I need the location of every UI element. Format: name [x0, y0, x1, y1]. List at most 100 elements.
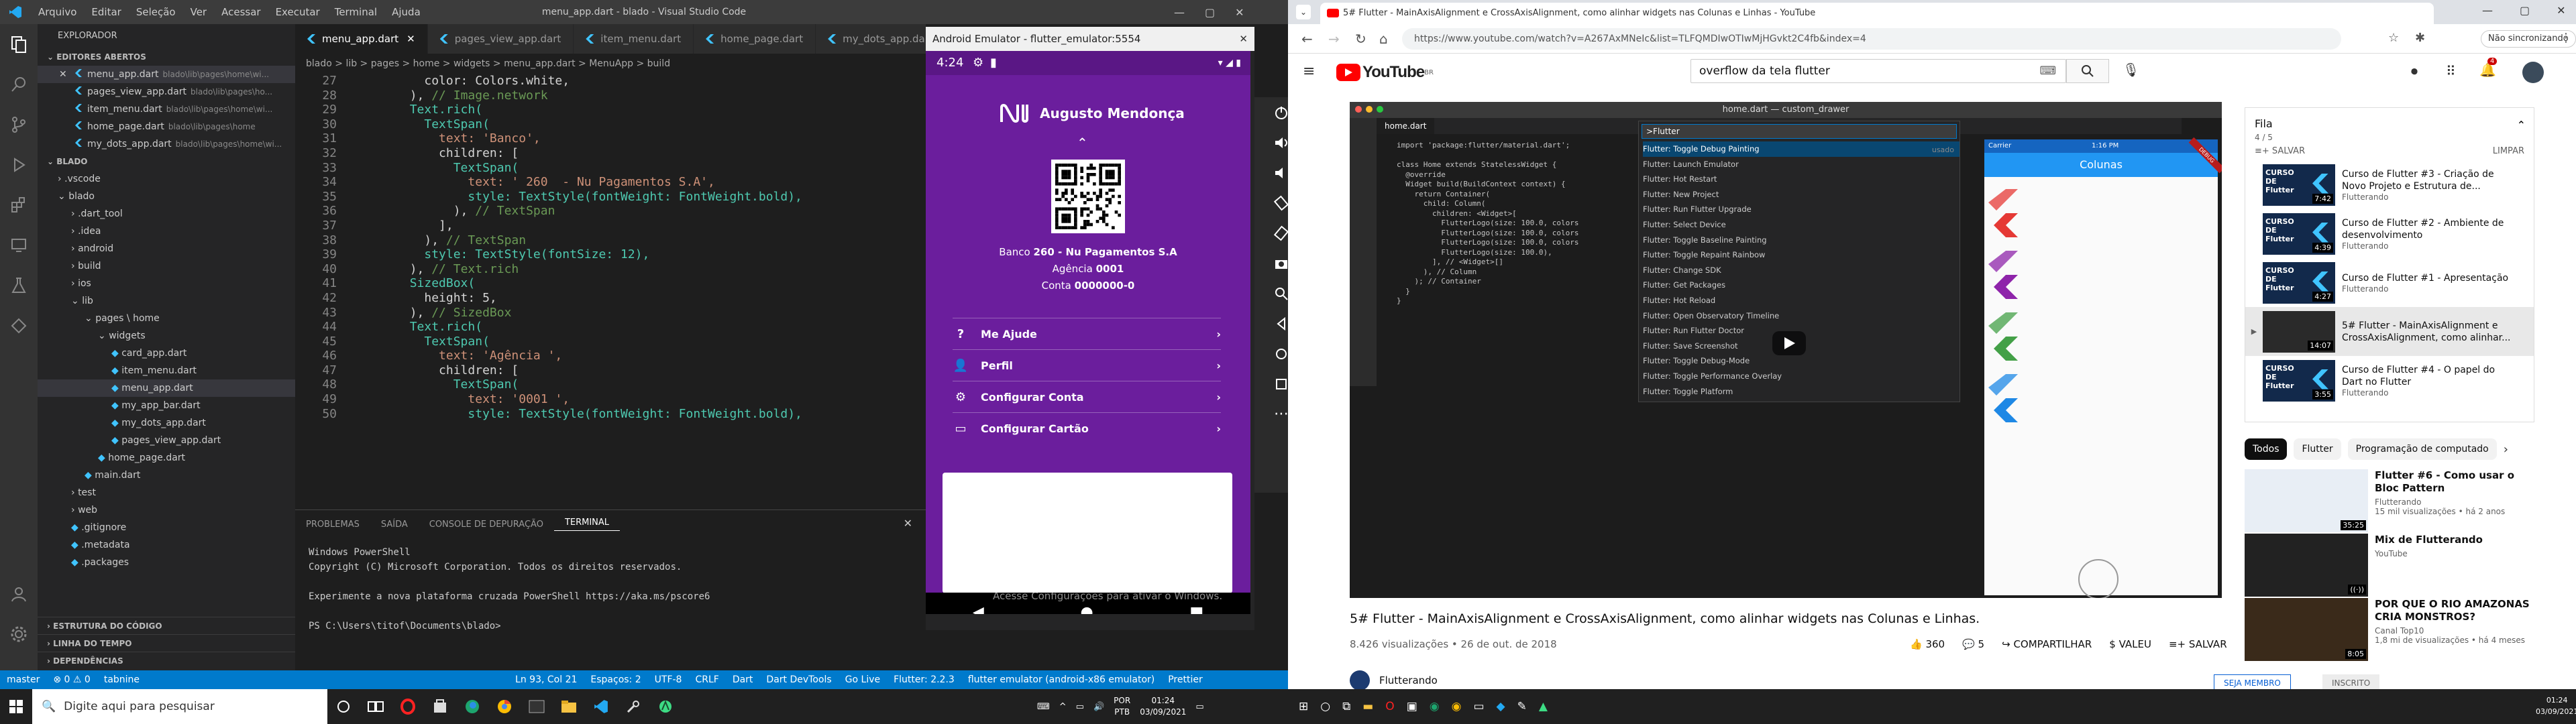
save-button[interactable]: ≡+ SALVAR	[2169, 638, 2227, 650]
status-item[interactable]: Espaços: 2	[584, 674, 647, 685]
recents-icon[interactable]: ■	[1189, 604, 1203, 615]
vscode-taskbar-icon[interactable]	[585, 689, 617, 724]
forward-arrow-icon[interactable]: →	[1328, 31, 1340, 47]
panel-tab[interactable]: PROBLEMAS	[295, 520, 370, 530]
file-item[interactable]: ◆ .packages	[38, 554, 295, 571]
editor-tab[interactable]: home_page.dart	[694, 24, 816, 54]
menu-7[interactable]: Ajuda	[384, 6, 428, 18]
microphone-icon[interactable]: 🎙	[2123, 62, 2139, 78]
home-page-icon[interactable]: ⌂	[1379, 31, 1388, 47]
menu-3[interactable]: Ver	[183, 6, 215, 18]
file-item[interactable]: ◆ card_app.dart	[38, 345, 295, 362]
playlist-item[interactable]: CURSO DE Flutter 4:39 Curso de Flutter #2 …	[2245, 209, 2534, 258]
sidebar-footer-header[interactable]: › ESTRUTURA DO CÓDIGO	[38, 617, 295, 634]
back-arrow-icon[interactable]: ←	[1301, 31, 1313, 47]
playlist-item[interactable]: CURSO DE Flutter 7:42 Curso de Flutter #3 …	[2245, 160, 2534, 209]
code-editor[interactable]: 27 color: Colors.white, 28 ), // Image.ne…	[295, 74, 926, 508]
playlist-item[interactable]: CURSO DE Flutter 4:27 Curso de Flutter #1 …	[2245, 258, 2534, 307]
right-android-studio-icon[interactable]: ▲	[1539, 700, 1548, 713]
right-start-icon[interactable]: ⊞	[1299, 700, 1308, 713]
file-explorer-icon[interactable]	[553, 689, 585, 724]
status-item[interactable]: master	[0, 674, 46, 685]
remote-explorer-icon[interactable]	[0, 225, 38, 265]
folder-item[interactable]: › test	[38, 484, 295, 501]
active-tab[interactable]: 5# Flutter - MainAxisAlignment e CrossAx…	[1320, 3, 2434, 24]
tab-close-icon[interactable]: ✕	[407, 33, 415, 45]
menu-2[interactable]: Seleção	[129, 6, 183, 18]
apps-grid-icon[interactable]: ⠿	[2446, 63, 2456, 79]
file-item[interactable]: ◆ .gitignore	[38, 519, 295, 536]
minimize-icon[interactable]: —	[1174, 6, 1185, 19]
open-editor-item[interactable]: pages_view_app.dart blado\lib\pages\ho...	[38, 83, 295, 101]
join-button[interactable]: SEJA MEMBRO	[2214, 674, 2291, 689]
playlist-item[interactable]: ▶ 14:07 5# Flutter - MainAxisAlignment e C…	[2245, 307, 2534, 356]
clock[interactable]: 01:24 03/09/2021	[1140, 695, 1186, 718]
file-item[interactable]: ◆ main.dart	[38, 467, 295, 484]
explorer-icon[interactable]	[0, 24, 38, 64]
tray-chevron-icon[interactable]: ^	[1059, 702, 1067, 712]
right-store-icon[interactable]: ▣	[1407, 700, 1417, 713]
status-item[interactable]: tabnine	[97, 674, 146, 685]
terminal-output[interactable]: Windows PowerShell Copyright (C) Microsof…	[295, 538, 926, 640]
channel-name[interactable]: Flutterando	[1379, 674, 1438, 686]
panel-tab[interactable]: TERMINAL	[553, 518, 621, 531]
filter-chip[interactable]: Flutter	[2294, 438, 2341, 460]
address-bar[interactable]: https://www.youtube.com/watch?v=A267AxMN…	[1402, 28, 2341, 50]
chrome-close-icon[interactable]: ✕	[2557, 4, 2565, 17]
file-item[interactable]: ◆ pages_view_app.dart	[38, 432, 295, 449]
menu-0[interactable]: Arquivo	[31, 6, 84, 18]
home-icon[interactable]: ●	[1080, 604, 1093, 615]
create-video-icon[interactable]: ⏺	[2411, 63, 2418, 79]
chrome-maximize-icon[interactable]: ▢	[2520, 4, 2530, 17]
status-item[interactable]: Go Live	[839, 674, 887, 685]
project-header[interactable]: ⌄ BLADO	[38, 153, 295, 170]
language-indicator[interactable]: POR PTB	[1114, 695, 1130, 718]
live-share-icon[interactable]	[0, 306, 38, 346]
chrome-minimize-icon[interactable]: —	[2482, 4, 2493, 17]
testing-icon[interactable]	[0, 265, 38, 306]
right-explorer-icon[interactable]: ▬	[1362, 700, 1373, 713]
back-icon[interactable]: ◀	[973, 604, 984, 615]
panel-tab[interactable]: SAÍDA	[370, 520, 419, 530]
search-icon[interactable]	[0, 64, 38, 105]
youtube-search-input[interactable]: overflow da tela flutter ⌨	[1690, 59, 2066, 83]
source-control-icon[interactable]	[0, 105, 38, 145]
phone-menu-item[interactable]: 👤 Perfil ›	[953, 349, 1221, 381]
task-view-icon[interactable]	[360, 689, 392, 724]
network-icon[interactable]: ▭	[1076, 702, 1084, 712]
status-item[interactable]: flutter emulator (android-x86 emulator)	[961, 674, 1161, 685]
tab-search-icon[interactable]: ⌄	[1296, 5, 1311, 19]
status-item[interactable]: Ln 93, Col 21	[508, 674, 584, 685]
open-editor-item[interactable]: my_dots_app.dart blado\lib\pages\home\wi.…	[38, 135, 295, 153]
file-item[interactable]: ◆ my_app_bar.dart	[38, 397, 295, 414]
video-player[interactable]: home.dart — custom_drawer home.dart impo…	[1350, 102, 2222, 598]
settings-gear-icon[interactable]	[0, 614, 38, 654]
run-debug-icon[interactable]	[0, 145, 38, 185]
windows-start-icon[interactable]	[0, 689, 32, 724]
right-terminal-icon[interactable]: ▭	[1473, 700, 1484, 713]
chrome-taskbar-icon[interactable]	[488, 689, 521, 724]
menu-1[interactable]: Editar	[84, 6, 128, 18]
right-search-icon[interactable]: ○	[1320, 700, 1330, 713]
folder-item[interactable]: › web	[38, 501, 295, 519]
search-button[interactable]	[2066, 59, 2109, 83]
thanks-button[interactable]: $ VALEU	[2109, 638, 2151, 650]
folder-item[interactable]: › ios	[38, 275, 295, 292]
menu-6[interactable]: Terminal	[327, 6, 384, 18]
account-icon[interactable]	[0, 574, 38, 614]
file-item[interactable]: ◆ item_menu.dart	[38, 362, 295, 379]
filter-chip[interactable]: Programação de computado	[2347, 438, 2497, 460]
folder-item[interactable]: › android	[38, 240, 295, 257]
playlist-clear-button[interactable]: LIMPAR	[2493, 146, 2524, 156]
panel-close-icon[interactable]: ✕	[904, 517, 912, 530]
android-studio-icon[interactable]	[649, 689, 682, 724]
status-item[interactable]: Flutter: 2.2.3	[887, 674, 961, 685]
right-tools-icon[interactable]: ✎	[1517, 700, 1527, 713]
file-item[interactable]: ◆ .metadata	[38, 536, 295, 554]
file-item[interactable]: ◆ home_page.dart	[38, 449, 295, 467]
cortana-icon[interactable]	[327, 689, 360, 724]
close-icon[interactable]: ✕	[1235, 6, 1244, 19]
terminal-taskbar-icon[interactable]	[521, 689, 553, 724]
like-button[interactable]: 👍 360	[1910, 638, 1945, 650]
status-item[interactable]: Prettier	[1161, 674, 1210, 685]
